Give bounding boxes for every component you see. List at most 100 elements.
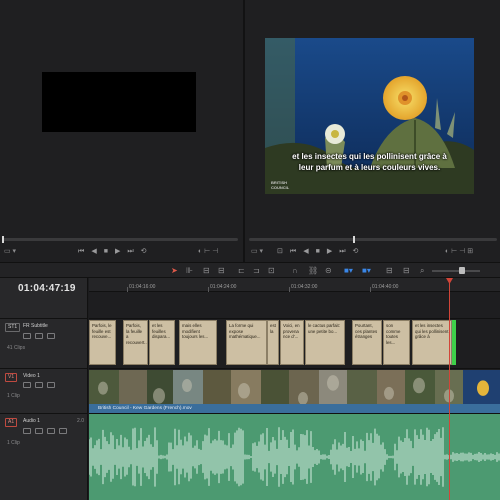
program-scrub-head[interactable] bbox=[353, 236, 355, 243]
audio-clip[interactable] bbox=[89, 414, 500, 500]
subtitle-clip[interactable]: son comme toutes les... bbox=[383, 320, 410, 365]
play-icon[interactable]: ▶ bbox=[115, 247, 120, 257]
ruler-tick bbox=[289, 287, 290, 292]
source-frame bbox=[42, 72, 196, 132]
prev-icon[interactable]: ⏮ bbox=[290, 247, 296, 257]
lock-icon[interactable] bbox=[23, 428, 31, 434]
linked-selection-icon[interactable]: ⛓ bbox=[308, 265, 318, 276]
trim-tool-icon[interactable]: ⊪ bbox=[186, 265, 193, 276]
video-toggle-icon[interactable] bbox=[47, 382, 55, 388]
subtitle-clip[interactable]: Pourtant, ces plantes étranges bbox=[352, 320, 382, 365]
track-clip-count: 1 Clip bbox=[7, 440, 20, 446]
viewer-options-icon[interactable]: ▭ ▾ bbox=[4, 247, 16, 257]
ruler-tick bbox=[208, 287, 209, 292]
zoom-full-icon[interactable]: ⊟ bbox=[386, 265, 393, 276]
zoom-slider-knob[interactable] bbox=[459, 267, 465, 274]
program-viewer: et les insectes qui les pollinisent grâc… bbox=[245, 0, 500, 262]
zoom-detail-icon[interactable]: ⊟ bbox=[403, 265, 410, 276]
replace-icon[interactable]: ⊡ bbox=[268, 265, 275, 276]
next-icon[interactable]: ⏭ bbox=[127, 247, 133, 257]
track-header-subtitle[interactable]: ST1 FR Subtitle 41 Clips bbox=[0, 318, 88, 368]
subtitle-clip[interactable]: Voici, en provena nce d'... bbox=[280, 320, 304, 365]
source-transport: ⏮ ◀ ■ ▶ ⏭ ⟲ bbox=[78, 247, 147, 257]
source-scrubber[interactable] bbox=[2, 236, 238, 243]
track-badge-a1[interactable]: A1 bbox=[5, 418, 18, 427]
play-icon[interactable]: ▶ bbox=[327, 247, 332, 257]
track-name-video[interactable]: Video 1 bbox=[23, 373, 40, 380]
source-viewer: ▭ ▾ ⏮ ◀ ■ ▶ ⏭ ⟲ ◐ ⊢ ⊣ bbox=[0, 0, 243, 262]
british-council-watermark: BRITISH COUNCIL bbox=[271, 180, 289, 190]
subtitle-edit-marker bbox=[452, 320, 456, 365]
lock-icon[interactable] bbox=[23, 333, 31, 339]
lock-icon[interactable] bbox=[23, 382, 31, 388]
track-name-audio[interactable]: Audio 1 bbox=[23, 418, 40, 425]
ruler-label: 01:04:40:00 bbox=[372, 284, 399, 290]
match-frame-icon[interactable]: ⊡ bbox=[277, 247, 283, 257]
track-clip-count: 1 Clip bbox=[7, 393, 20, 399]
mute-icon[interactable] bbox=[59, 428, 67, 434]
subtitle-clip[interactable]: est la bbox=[267, 320, 279, 365]
lane-separator bbox=[89, 318, 500, 319]
subtitle-clip[interactable]: et les insectes qui les pollinisent grâc… bbox=[412, 320, 452, 365]
subtitle-clip[interactable]: et les feuilles dispara... bbox=[149, 320, 175, 365]
blade-tool-icon[interactable]: ⊟ bbox=[218, 265, 225, 276]
program-options-icon[interactable]: ▭ ▾ bbox=[251, 247, 263, 257]
subtitle-overlay: et les insectes qui les pollinisent grâc… bbox=[265, 151, 474, 173]
loop-icon[interactable]: ⟲ bbox=[141, 247, 147, 257]
subtitle-clip[interactable]: Parfois, la feuille a recouvert... bbox=[123, 320, 148, 365]
ruler-tick bbox=[370, 287, 371, 292]
toggle-icon[interactable] bbox=[47, 333, 55, 339]
ruler-label: 01:04:24:00 bbox=[210, 284, 237, 290]
ruler-label: 01:04:32:00 bbox=[291, 284, 318, 290]
program-scrubber[interactable] bbox=[249, 236, 497, 243]
position-lock-icon[interactable]: ⊝ bbox=[325, 265, 332, 276]
marker-icon[interactable]: ■▾ bbox=[362, 265, 371, 276]
track-badge-st1[interactable]: ST1 bbox=[5, 323, 21, 332]
stop-icon[interactable]: ■ bbox=[316, 247, 320, 257]
watermark-line-2: COUNCIL bbox=[271, 185, 290, 190]
program-mark-icons[interactable]: ◐ ⊢ ⊣ ⊞ bbox=[445, 247, 473, 257]
captions-icon[interactable] bbox=[35, 333, 43, 339]
subtitle-line-1: et les insectes qui les pollinisent grâc… bbox=[292, 152, 447, 161]
ruler-label: 01:04:16:00 bbox=[129, 284, 156, 290]
auto-select-icon[interactable] bbox=[35, 428, 43, 434]
source-scrub-head[interactable] bbox=[2, 236, 4, 243]
zoom-custom-icon[interactable]: ⌕ bbox=[420, 265, 424, 276]
dynamic-trim-icon[interactable]: ⊟ bbox=[203, 265, 210, 276]
track-audio-level: 2.0 bbox=[77, 418, 84, 424]
subtitle-clip[interactable]: mais elles modifient toujours les... bbox=[179, 320, 217, 365]
timeline-ruler[interactable]: 01:04:16:00 01:04:24:00 01:04:32:00 01:0… bbox=[89, 278, 500, 292]
video-clip-name: British Council - Kew Gardens (French).m… bbox=[89, 404, 500, 413]
track-header-audio[interactable]: A1 Audio 1 2.0 1 Clip bbox=[0, 413, 88, 500]
source-mark-icons[interactable]: ◐ ⊢ ⊣ bbox=[198, 247, 218, 257]
auto-select-icon[interactable] bbox=[35, 382, 43, 388]
program-frame: et les insectes qui les pollinisent grâc… bbox=[265, 38, 474, 194]
track-name-subtitle[interactable]: FR Subtitle bbox=[23, 323, 48, 330]
rewind-icon[interactable]: ◀ bbox=[303, 247, 308, 257]
stop-icon[interactable]: ■ bbox=[104, 247, 108, 257]
overwrite-icon[interactable]: ⊐ bbox=[253, 265, 260, 276]
timeline-area[interactable]: 01:04:16:00 01:04:24:00 01:04:32:00 01:0… bbox=[89, 278, 500, 500]
audio-waveform bbox=[89, 427, 500, 487]
prev-icon[interactable]: ⏮ bbox=[78, 247, 84, 257]
subtitle-clip[interactable]: Parfois, le feuille est recouve... bbox=[89, 320, 116, 365]
track-badge-v1[interactable]: V1 bbox=[5, 373, 18, 382]
next-icon[interactable]: ⏭ bbox=[339, 247, 345, 257]
rewind-icon[interactable]: ◀ bbox=[91, 247, 96, 257]
solo-icon[interactable] bbox=[47, 428, 55, 434]
lane-separator bbox=[89, 368, 500, 369]
program-transport: ⊡ ⏮ ◀ ■ ▶ ⏭ ⟲ bbox=[277, 247, 358, 257]
snapping-icon[interactable]: ∩ bbox=[292, 265, 298, 276]
timeline-toolbar: ➤ ⊪ ⊟ ⊟ ⊏ ⊐ ⊡ ∩ ⛓ ⊝ ■▾ ■▾ ⊟ ⊟ ⌕ bbox=[0, 262, 500, 278]
subtitle-clip[interactable]: le cactus parfait: une petite bo... bbox=[305, 320, 345, 365]
playhead[interactable] bbox=[449, 278, 450, 500]
zoom-slider[interactable] bbox=[432, 270, 480, 272]
track-header-video[interactable]: V1 Video 1 1 Clip bbox=[0, 368, 88, 413]
loop-icon[interactable]: ⟲ bbox=[353, 247, 359, 257]
subtitle-line-2: leur parfum et à leurs couleurs vives. bbox=[298, 163, 441, 172]
selection-tool-icon[interactable]: ➤ bbox=[171, 265, 178, 276]
ruler-tick bbox=[127, 287, 128, 292]
insert-icon[interactable]: ⊏ bbox=[238, 265, 245, 276]
flag-icon[interactable]: ■▾ bbox=[344, 265, 353, 276]
subtitle-clip[interactable]: La forme qui expose mathématique... bbox=[226, 320, 267, 365]
